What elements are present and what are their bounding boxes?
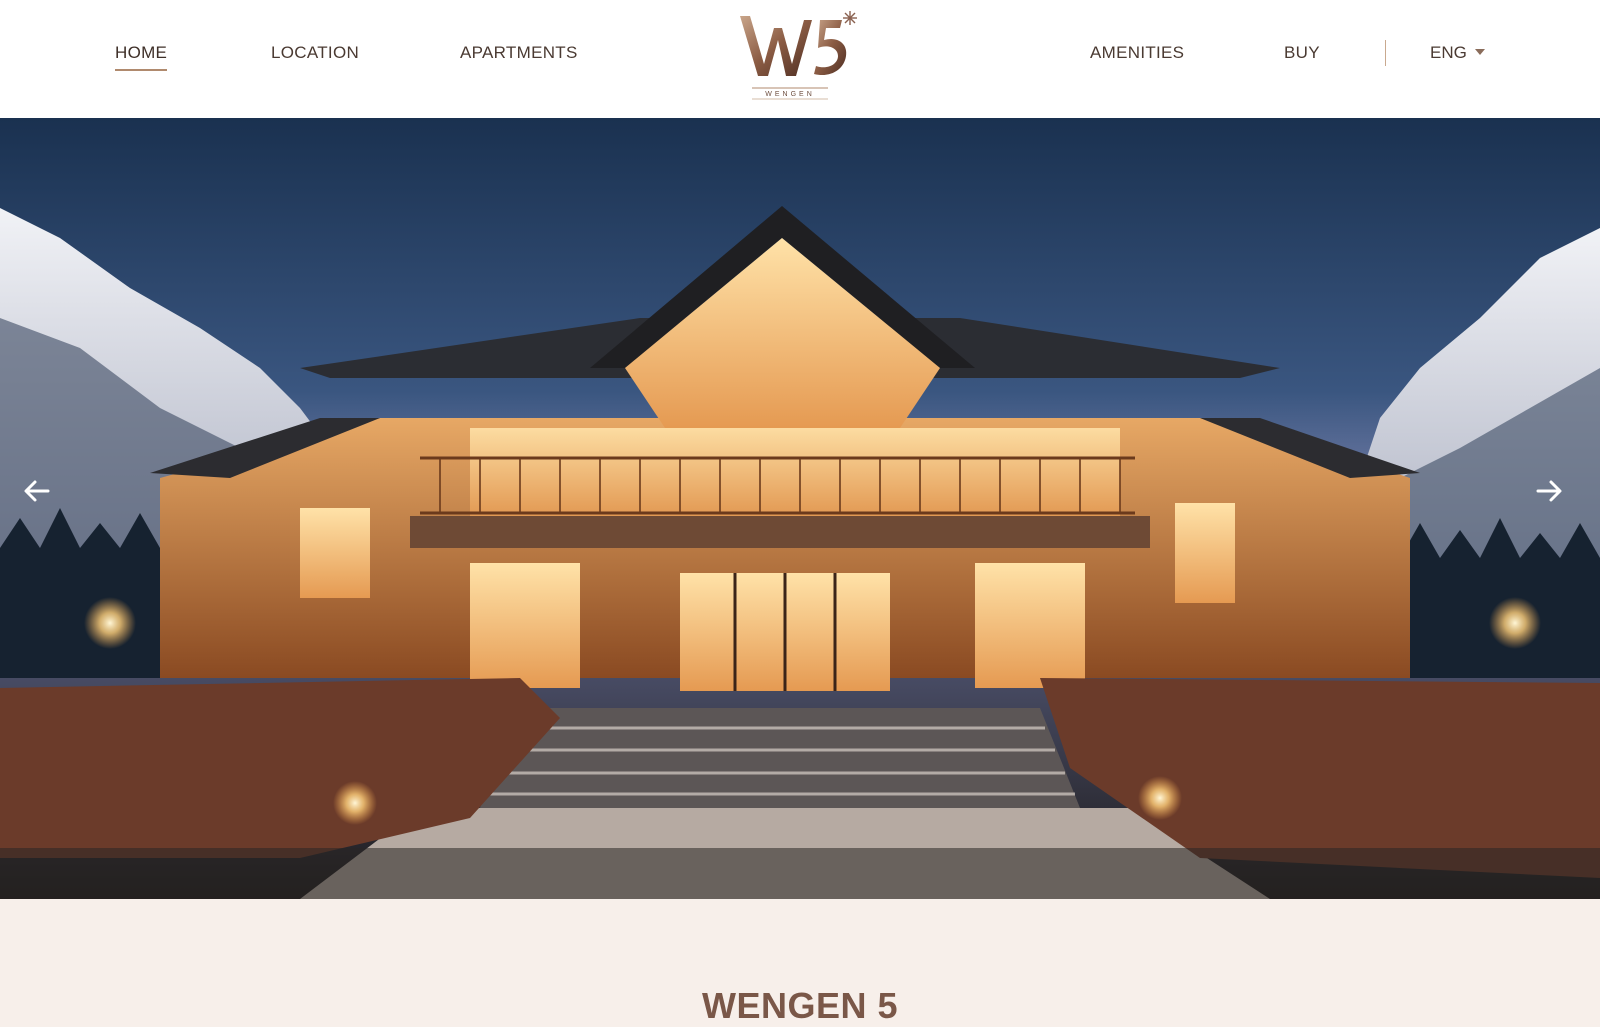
arrow-right-icon [1536,480,1562,502]
nav-apartments-label: APARTMENTS [460,43,578,62]
nav-apartments[interactable]: APARTMENTS [460,43,578,63]
nav-amenities[interactable]: AMENITIES [1090,43,1184,63]
hero-slider [0,118,1600,899]
w5-logo-mark: WENGEN [740,11,857,100]
slider-next-button[interactable] [1534,476,1578,520]
hero-image [0,118,1600,899]
page-title: WENGEN 5 [701,985,899,1026]
brand-logo[interactable]: WENGEN [738,6,868,110]
language-select[interactable]: ENG [1430,43,1485,63]
svg-text:WENGEN: WENGEN [765,91,815,98]
nav-buy-label: BUY [1284,43,1320,62]
active-underline [115,69,168,71]
slider-prev-button[interactable] [22,476,66,520]
language-label: ENG [1430,43,1467,62]
nav-location[interactable]: LOCATION [271,43,359,63]
nav-buy[interactable]: BUY [1284,43,1320,63]
nav-home[interactable]: HOME [115,43,168,71]
intro-section: WENGEN 5 [0,899,1600,1026]
arrow-left-icon [24,480,50,502]
nav-divider [1385,40,1386,66]
site-header: HOME LOCATION APARTMENTS WENGEN AMENITIE… [0,0,1600,118]
snowflake-icon [843,11,857,25]
caret-down-icon [1474,49,1485,55]
nav-home-label: HOME [115,43,168,62]
nav-amenities-label: AMENITIES [1090,43,1185,62]
nav-location-label: LOCATION [271,43,360,62]
